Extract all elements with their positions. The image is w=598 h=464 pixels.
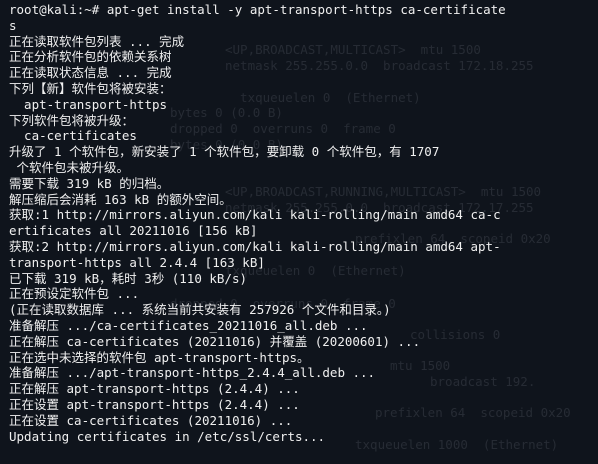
terminal-output-line: 正在分析软件包的依赖关系树 (9, 49, 172, 65)
terminal-output-line: 正在读取状态信息 ... 完成 (9, 65, 172, 81)
terminal-output-line: 正在选中未选择的软件包 apt-transport-https。 (9, 349, 310, 365)
terminal-output-line: 获取:2 http://mirrors.aliyun.com/kali kali… (9, 238, 501, 254)
terminal-output-line: 正在解压 ca-certificates (20211016) 并覆盖 (202… (9, 333, 421, 349)
terminal-output-line: 准备解压 .../ca-certificates_20211016_all.de… (9, 317, 368, 333)
terminal-output-line: Updating certificates in /etc/ssl/certs.… (9, 428, 326, 444)
terminal-output-line: 正在设置 ca-certificates (20211016) ... (9, 412, 293, 428)
terminal-output-line: s (9, 17, 17, 33)
terminal-output-line: 正在预设定软件包 ... (9, 286, 140, 302)
terminal-output: root@kali:~# apt-get install -y apt-tran… (9, 2, 595, 444)
terminal-output-line: 下列【新】软件包将被安装： (9, 80, 172, 96)
terminal-output-line: 解压缩后会消耗 163 kB 的额外空间。 (9, 191, 232, 207)
terminal-output-line: 需要下载 319 kB 的归档。 (9, 175, 170, 191)
terminal-output-line: transport-https all 2.4.4 [163 kB] (9, 254, 265, 270)
terminal-output-line: 下列软件包将被升级： (9, 112, 135, 128)
command-prompt-line: root@kali:~# apt-get install -y apt-tran… (9, 2, 506, 17)
terminal-output-line: 升级了 1 个软件包，新安装了 1 个软件包，要卸载 0 个软件包，有 1707 (9, 144, 440, 160)
terminal-output-line: 个软件包未被升级。 (9, 159, 130, 175)
terminal-output-line: 正在解压 apt-transport-https (2.4.4) ... (9, 381, 300, 397)
terminal-output-line: 正在设置 apt-transport-https (2.4.4) ... (9, 396, 300, 412)
terminal-output-line: apt-transport-https (9, 96, 168, 112)
terminal-output-line: ertificates all 20211016 [156 kB] (9, 223, 258, 239)
terminal-output-line: 准备解压 .../apt-transport-https_2.4.4_all.d… (9, 365, 376, 381)
terminal-output-line: 正在读取软件包列表 ... 完成 (9, 33, 185, 49)
terminal-output-line: ca-certificates (9, 128, 137, 144)
terminal-output-line: 获取:1 http://mirrors.aliyun.com/kali kali… (9, 207, 501, 223)
terminal-output-line: (正在读取数据库 ... 系统当前共安装有 257926 个文件和目录。) (9, 302, 391, 318)
terminal-output-line: 已下载 319 kB，耗时 3秒 (110 kB/s) (9, 270, 248, 286)
terminal-window[interactable]: <UP,BROADCAST,MULTICAST> mtu 1500 netmask… (0, 0, 598, 464)
